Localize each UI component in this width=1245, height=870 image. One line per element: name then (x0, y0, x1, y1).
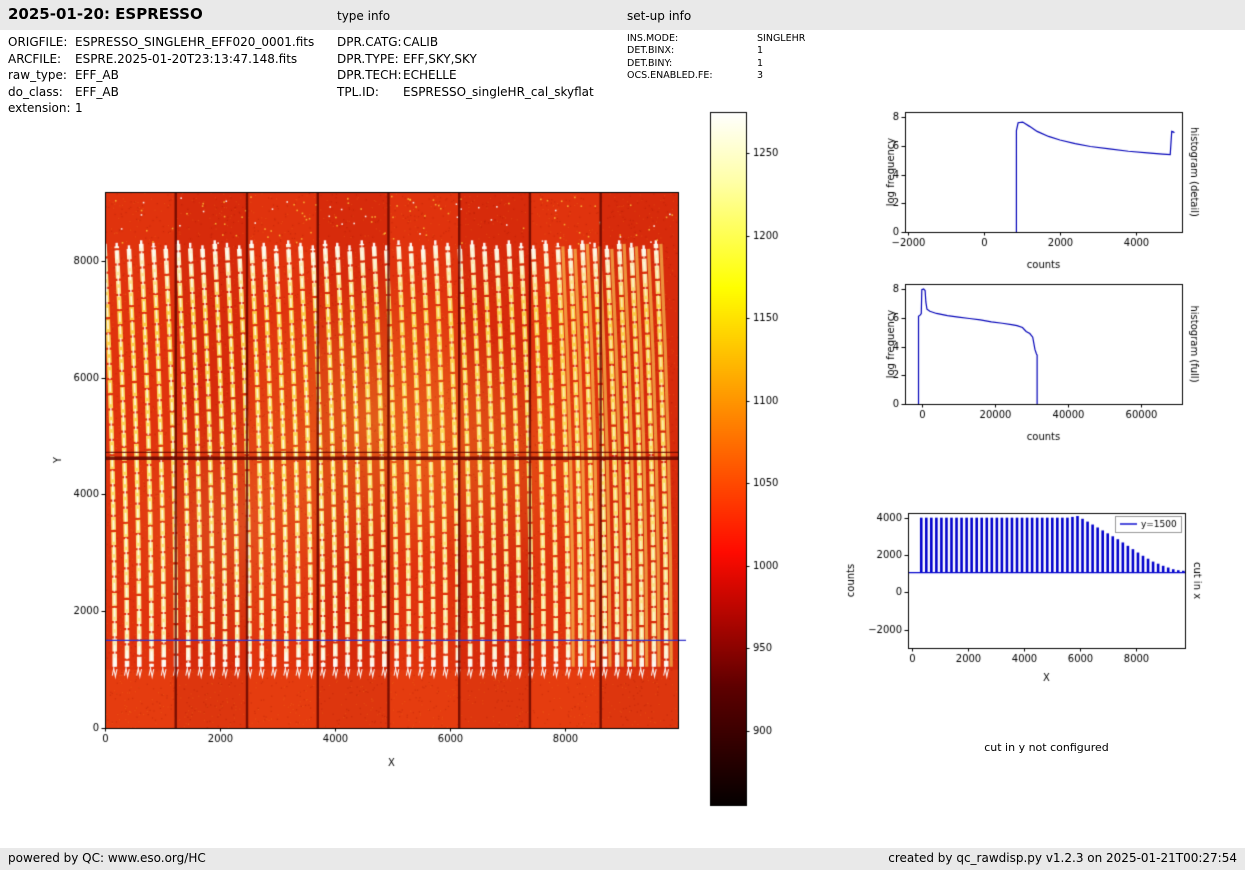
footer-right: created by qc_rawdisp.py v1.2.3 on 2025-… (888, 851, 1237, 865)
meta-row: DPR.TECH:ECHELLE (337, 67, 594, 84)
field-label: do_class: (8, 84, 75, 101)
field-label: OCS.ENABLED.FE: (627, 70, 757, 82)
meta-row: OCS.ENABLED.FE:3 (627, 70, 805, 82)
file-info-block: ORIGFILE:ESPRESSO_SINGLEHR_EFF020_0001.f… (8, 34, 314, 117)
meta-row: ARCFILE:ESPRE.2025-01-20T23:13:47.148.fi… (8, 51, 314, 68)
field-value: 1 (757, 58, 763, 69)
field-value: 1 (757, 45, 763, 56)
meta-row: extension:1 (8, 100, 314, 117)
header-bar: 2025-01-20: ESPRESSO type info set-up in… (0, 0, 1245, 30)
histogram-detail-plot (845, 105, 1220, 280)
meta-row: INS.MODE:SINGLEHR (627, 33, 805, 45)
meta-row: do_class:EFF_AB (8, 84, 314, 101)
field-label: DET.BINX: (627, 45, 757, 57)
field-label: INS.MODE: (627, 33, 757, 45)
field-label: TPL.ID: (337, 84, 403, 101)
field-label: raw_type: (8, 67, 75, 84)
field-label: DPR.CATG: (337, 34, 403, 51)
cut-in-x-plot (840, 505, 1220, 695)
type-info-block: DPR.CATG:CALIB DPR.TYPE:EFF,SKY,SKY DPR.… (337, 34, 594, 100)
meta-row: DET.BINY:1 (627, 58, 805, 70)
field-value: EFF,SKY,SKY (403, 52, 477, 66)
setup-info-block: INS.MODE:SINGLEHR DET.BINX:1 DET.BINY:1 … (627, 33, 805, 83)
meta-row: DPR.CATG:CALIB (337, 34, 594, 51)
raw-frame-image-plot (40, 180, 700, 780)
meta-row: DPR.TYPE:EFF,SKY,SKY (337, 51, 594, 68)
field-value: ESPRESSO_singleHR_cal_skyflat (403, 85, 594, 99)
field-value: EFF_AB (75, 68, 119, 82)
field-label: DPR.TYPE: (337, 51, 403, 68)
field-value: CALIB (403, 35, 438, 49)
footer-bar: powered by QC: www.eso.org/HC created by… (0, 848, 1245, 870)
field-label: ORIGFILE: (8, 34, 75, 51)
field-value: 3 (757, 70, 763, 81)
type-info-heading: type info (337, 9, 390, 23)
page-title: 2025-01-20: ESPRESSO (8, 5, 203, 23)
meta-row: raw_type:EFF_AB (8, 67, 314, 84)
field-value: ECHELLE (403, 68, 457, 82)
meta-row: TPL.ID:ESPRESSO_singleHR_cal_skyflat (337, 84, 594, 101)
field-value: ESPRE.2025-01-20T23:13:47.148.fits (75, 52, 297, 66)
field-label: DET.BINY: (627, 58, 757, 70)
field-value: EFF_AB (75, 85, 119, 99)
histogram-full-plot (845, 277, 1220, 452)
field-value: 1 (75, 101, 83, 115)
qc-report-page: 2025-01-20: ESPRESSO type info set-up in… (0, 0, 1245, 870)
colorbar (705, 105, 795, 815)
meta-row: ORIGFILE:ESPRESSO_SINGLEHR_EFF020_0001.f… (8, 34, 314, 51)
field-label: extension: (8, 100, 75, 117)
field-value: ESPRESSO_SINGLEHR_EFF020_0001.fits (75, 35, 314, 49)
cut-in-y-note: cut in y not configured (908, 741, 1185, 754)
footer-left: powered by QC: www.eso.org/HC (8, 851, 206, 865)
meta-row: DET.BINX:1 (627, 45, 805, 57)
field-value: SINGLEHR (757, 33, 805, 44)
field-label: DPR.TECH: (337, 67, 403, 84)
setup-info-heading: set-up info (627, 9, 691, 23)
field-label: ARCFILE: (8, 51, 75, 68)
